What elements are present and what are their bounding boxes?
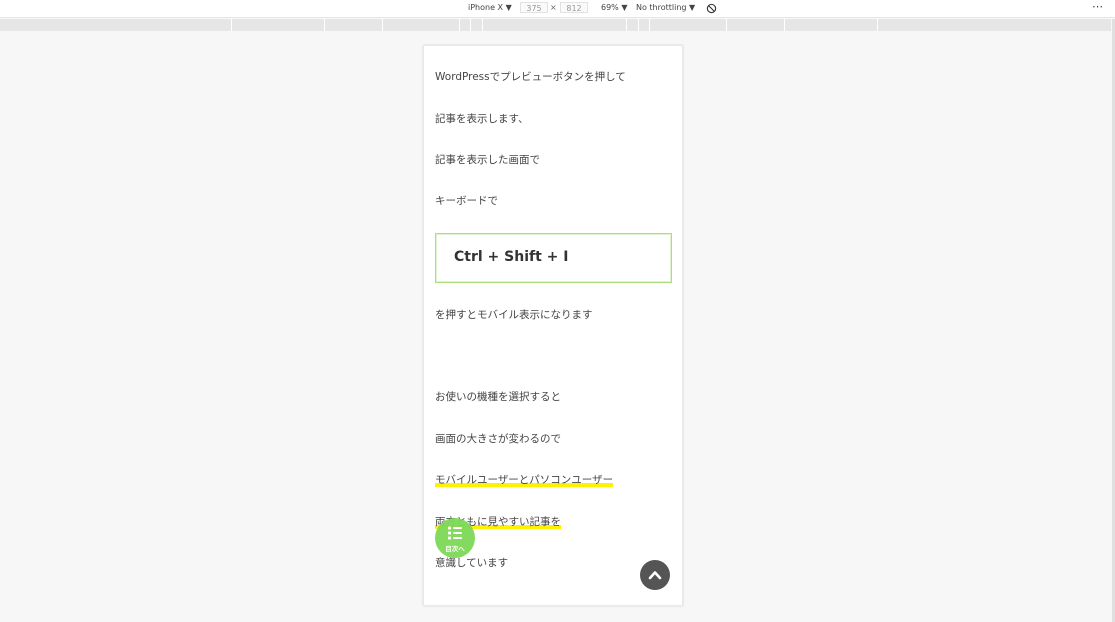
article-line-highlighted: モバイルユーザーとパソコンユーザー (435, 473, 614, 487)
media-query-divider (382, 19, 383, 31)
article-line: 記事を表示します、 (435, 113, 529, 125)
article-line: お使いの機種を選択すると (435, 391, 561, 403)
article-line: 画面の大きさが変わるので (435, 433, 561, 445)
device-toolbar: iPhone X ▼ 375 × 812 69% ▼ No throttling… (0, 0, 1115, 18)
article-line: を押すとモバイル表示になります (435, 309, 593, 321)
shortcut-text: Ctrl + Shift + I (454, 249, 569, 265)
media-query-divider (626, 19, 627, 31)
media-query-divider (482, 19, 483, 31)
media-query-divider (638, 19, 639, 31)
highlight-marker: モバイルユーザーとパソコンユーザー (435, 474, 614, 487)
media-query-divider (231, 19, 232, 31)
list-icon (448, 526, 462, 540)
chevron-up-icon (648, 571, 662, 580)
dimension-separator: × (550, 3, 557, 12)
toc-label: 目次へ (445, 545, 465, 553)
media-query-divider (324, 19, 325, 31)
height-input[interactable]: 812 (560, 2, 588, 13)
media-query-divider (649, 19, 650, 31)
shortcut-box: Ctrl + Shift + I (435, 233, 672, 283)
mobile-viewport: WordPressでプレビューボタンを押して 記事を表示します、 記事を表示した… (423, 45, 683, 606)
media-query-divider (877, 19, 878, 31)
article-line: キーボードで (435, 195, 498, 207)
device-select[interactable]: iPhone X ▼ (468, 3, 512, 13)
media-query-divider (784, 19, 785, 31)
toc-button[interactable]: 目次へ (435, 518, 475, 558)
media-query-divider (459, 19, 460, 31)
media-query-bar[interactable] (0, 19, 1111, 31)
scroll-top-button[interactable] (640, 560, 670, 590)
more-options-icon[interactable]: ⋯ (1092, 0, 1103, 13)
article-line: WordPressでプレビューボタンを押して (435, 71, 626, 83)
article-line: 意識しています (435, 557, 509, 569)
article-line: 記事を表示した画面で (435, 154, 540, 166)
media-query-divider (726, 19, 727, 31)
width-input[interactable]: 375 (520, 2, 548, 13)
zoom-select[interactable]: 69% ▼ (601, 3, 627, 13)
media-query-divider (470, 19, 471, 31)
throttling-select[interactable]: No throttling ▼ (636, 3, 695, 13)
rotate-icon[interactable] (706, 3, 717, 14)
